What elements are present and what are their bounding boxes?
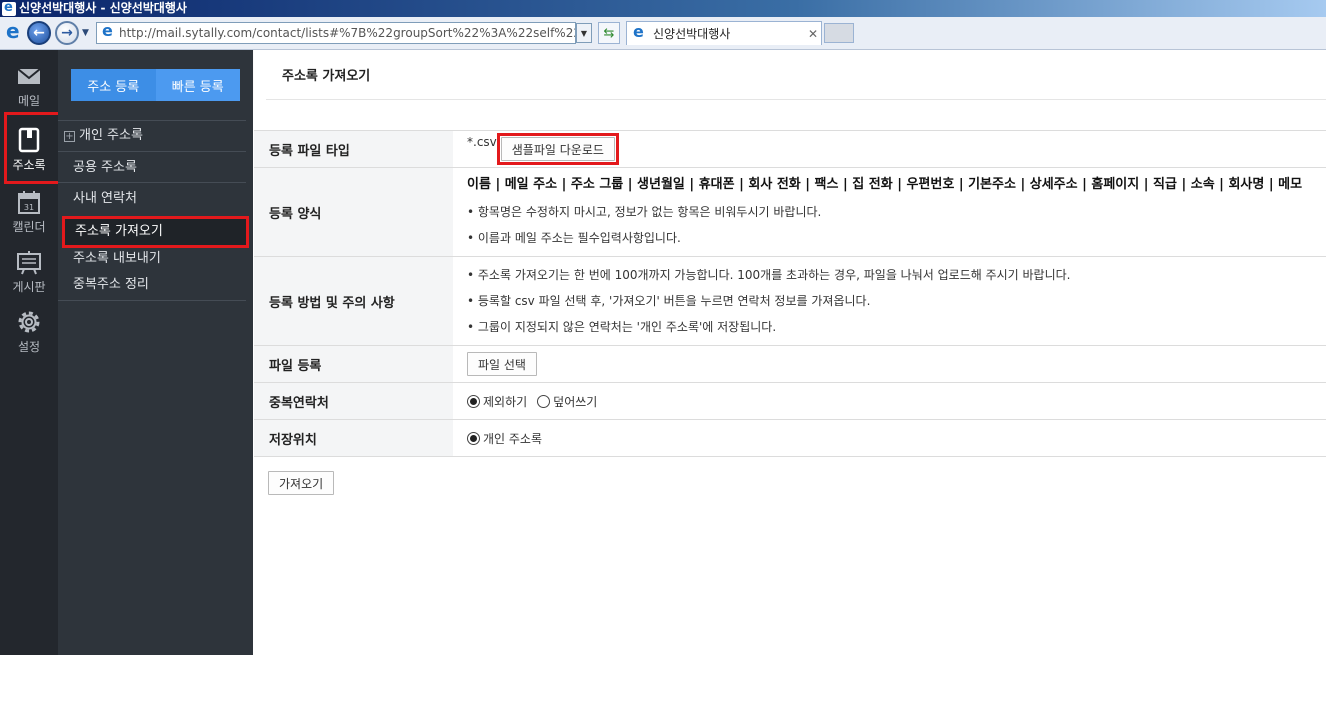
subnav-divider [58,151,246,152]
subnav-item-shared[interactable]: 공용 주소록 [73,155,137,181]
register-address-button[interactable]: 주소 등록 [71,69,156,101]
ie-logo-icon [3,19,23,43]
mail-icon [17,68,41,84]
refresh-icon[interactable]: ⇆ [598,22,620,44]
subnav-item-label: 주소록 내보내기 [73,251,161,266]
subnav-item-label: 중복주소 정리 [73,277,149,292]
address-text[interactable]: http://mail.sytally.com/contact/lists#%7… [119,26,575,40]
rail-item-settings[interactable]: 설정 [0,300,58,364]
format-fields: 이름 | 메일 주소 | 주소 그룹 | 생년월일 | 휴대폰 | 회사 전화 … [467,177,1303,192]
main-content: 주소록 가져오기 등록 파일 타입 *.csv 샘플파일 다운로드 등록 양식 [254,50,1326,655]
tab-title: 신양선박대행사 [653,27,731,41]
page-title: 주소록 가져오기 [266,50,1326,100]
row-format: 등록 양식 이름 | 메일 주소 | 주소 그룹 | 생년월일 | 휴대폰 | … [254,168,1326,257]
row-value: 파일 선택 [453,346,1326,382]
register-button-group: 주소 등록 빠른 등록 [71,69,240,101]
address-subnav: 주소 등록 빠른 등록 + 개인 주소록 공용 주소록 사내 연락처 주소록 가… [58,50,253,655]
settings-icon [18,311,40,333]
window-title-bar: 신양선박대행사 - 신양선박대행사 [0,0,1326,17]
subnav-item-dedupe[interactable]: 중복주소 정리 [73,272,149,298]
browser-tab[interactable]: 신양선박대행사 ✕ [626,21,822,45]
row-value: 개인 주소록 [453,420,1326,456]
subnav-item-export[interactable]: 주소록 내보내기 [73,246,161,272]
exclude-label[interactable]: 제외하기 [483,393,527,410]
subnav-item-label: 주소록 가져오기 [75,224,163,239]
tab-ie-icon [631,22,647,42]
row-label: 등록 양식 [254,168,453,256]
calendar-badge: 31 [24,203,34,212]
forward-button[interactable]: → [55,21,79,45]
row-value: • 주소록 가져오기는 한 번에 100개까지 가능합니다. 100개를 초과하… [453,257,1326,345]
subnav-item-internal[interactable]: 사내 연락처 [73,186,137,212]
address-bar[interactable]: http://mail.sytally.com/contact/lists#%7… [96,22,576,44]
method-note: • 주소록 가져오기는 한 번에 100개까지 가능합니다. 100개를 초과하… [467,268,1071,282]
row-label: 등록 방법 및 주의 사항 [254,257,453,345]
rail-item-label: 메일 [17,94,41,108]
subnav-divider [58,300,246,301]
icon-rail: 메일 주소록 31 캘린더 게시판 설정 [0,50,61,655]
save-location-options: 개인 주소록 [467,430,1326,447]
row-value: 이름 | 메일 주소 | 주소 그룹 | 생년월일 | 휴대폰 | 회사 전화 … [453,168,1326,256]
tab-close-icon[interactable]: ✕ [805,27,821,41]
exclude-radio[interactable] [467,394,480,408]
calendar-icon: 31 [18,191,40,214]
subnav-item-label: 공용 주소록 [73,160,137,175]
subnav-divider [58,182,246,183]
window-title: 신양선박대행사 - 신양선박대행사 [19,1,187,15]
history-dropdown-icon[interactable]: ▼ [82,28,92,38]
ie-icon [2,0,16,16]
rail-item-label: 캘린더 [12,220,46,234]
csv-extension: *.csv [467,135,497,149]
duplicate-options: 제외하기 덮어쓰기 [467,393,1326,410]
subnav-divider [58,120,246,121]
download-sample-button[interactable]: 샘플파일 다운로드 [496,133,619,165]
import-form: 등록 파일 타입 *.csv 샘플파일 다운로드 등록 양식 이름 | 메일 주… [254,130,1326,457]
row-label: 저장위치 [254,420,453,456]
import-button[interactable]: 가져오기 [268,471,335,495]
page-icon [100,23,116,41]
row-method: 등록 방법 및 주의 사항 • 주소록 가져오기는 한 번에 100개까지 가능… [254,257,1326,346]
method-note: • 등록할 csv 파일 선택 후, '가져오기' 버튼을 누르면 연락처 정보… [467,294,871,308]
row-file-register: 파일 등록 파일 선택 [254,346,1326,383]
row-file-type: 등록 파일 타입 *.csv 샘플파일 다운로드 [254,131,1326,168]
rail-item-label: 게시판 [12,280,46,294]
row-duplicate: 중복연락처 제외하기 덮어쓰기 [254,383,1326,420]
personal-book-radio[interactable] [467,431,480,445]
choose-file-button[interactable]: 파일 선택 [467,352,537,376]
row-save-location: 저장위치 개인 주소록 [254,420,1326,457]
subnav-item-personal[interactable]: + 개인 주소록 [64,123,143,149]
subnav-item-label: 사내 연락처 [73,191,137,206]
format-note: • 이름과 메일 주소는 필수입력사항입니다. [467,231,681,245]
overwrite-label[interactable]: 덮어쓰기 [553,393,597,410]
address-dropdown-icon[interactable]: ▼ [576,23,592,43]
tree-expand-icon[interactable]: + [64,130,75,142]
rail-item-mail[interactable]: 메일 [0,54,58,118]
subnav-item-label: 개인 주소록 [79,128,143,143]
personal-book-label[interactable]: 개인 주소록 [483,430,542,447]
browser-toolbar: ← → ▼ http://mail.sytally.com/contact/li… [0,17,1326,50]
back-button[interactable]: ← [27,21,51,45]
board-icon [17,251,41,275]
method-note: • 그룹이 지정되지 않은 연락처는 '개인 주소록'에 저장됩니다. [467,320,777,334]
rail-item-label: 설정 [17,340,41,354]
file-type-value: *.csv 샘플파일 다운로드 [467,133,1326,165]
address-book-highlight [4,112,61,184]
quick-register-button[interactable]: 빠른 등록 [155,69,240,101]
row-label: 중복연락처 [254,383,453,419]
rail-item-board[interactable]: 게시판 [0,240,58,304]
rail-item-calendar[interactable]: 31 캘린더 [0,180,58,244]
overwrite-radio[interactable] [537,394,551,408]
format-note: • 항목명은 수정하지 마시고, 정보가 없는 항목은 비워두시기 바랍니다. [467,205,822,219]
subnav-item-import[interactable]: 주소록 가져오기 [62,216,249,248]
row-label: 등록 파일 타입 [254,131,453,167]
new-tab-button[interactable] [824,23,854,43]
row-label: 파일 등록 [254,346,453,382]
row-value: 제외하기 덮어쓰기 [453,383,1326,419]
app: 메일 주소록 31 캘린더 게시판 설정 주소 등록 빠른 등록 + 개인 주소… [0,50,1326,655]
row-value: *.csv 샘플파일 다운로드 [453,131,1326,167]
download-highlight [496,133,619,165]
